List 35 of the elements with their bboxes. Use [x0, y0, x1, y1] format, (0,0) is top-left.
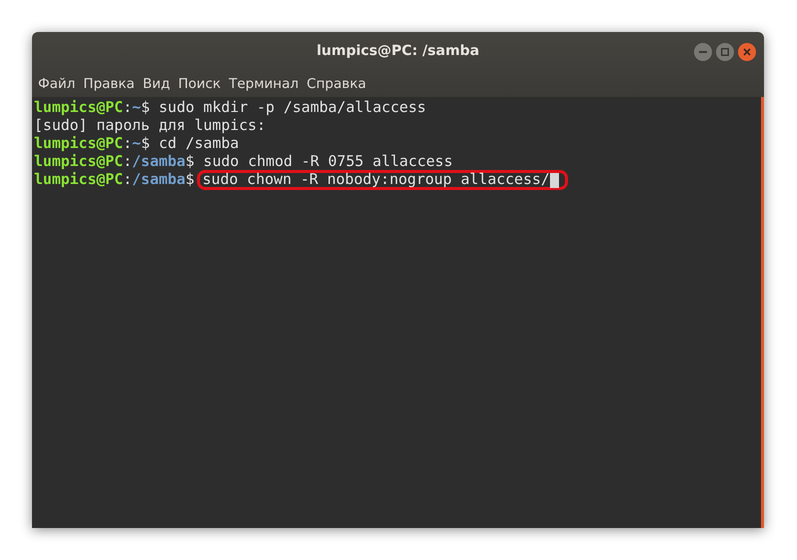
prompt-symbol: $ — [140, 99, 150, 117]
prompt-colon: : — [123, 135, 132, 153]
prompt-user: lumpics@PC — [34, 99, 124, 117]
maximize-button[interactable] — [716, 43, 734, 61]
close-icon — [743, 48, 751, 56]
command-text: sudo mkdir -p /samba/allaccess — [158, 99, 426, 117]
minimize-button[interactable] — [694, 43, 712, 61]
menu-item[interactable]: Терминал — [224, 76, 303, 92]
highlighted-command: sudo chown -R nobody:nogroup allaccess/ — [197, 170, 568, 190]
prompt-user: lumpics@PC — [34, 135, 124, 153]
menu-item[interactable]: Вид — [138, 76, 174, 92]
prompt-symbol: $ — [185, 153, 194, 171]
prompt-user: lumpics@PC — [34, 153, 124, 171]
menu-item[interactable]: Правка — [79, 76, 139, 92]
minimize-icon — [699, 51, 707, 53]
prompt-colon: : — [123, 99, 132, 117]
prompt-path: ~ — [132, 135, 141, 153]
command-text: cd /samba — [158, 135, 239, 153]
menu-item[interactable]: Поиск — [174, 76, 225, 92]
prompt-path: /samba — [132, 171, 186, 189]
menu-item[interactable]: Справка — [302, 76, 370, 92]
cursor — [550, 172, 559, 188]
prompt-path: /samba — [132, 153, 186, 171]
window-title: lumpics@PC: /samba — [316, 43, 480, 59]
prompt-user: lumpics@PC — [34, 171, 124, 189]
maximize-icon — [721, 48, 729, 56]
close-button[interactable] — [738, 43, 756, 61]
prompt-path: ~ — [132, 99, 141, 117]
prompt-symbol: $ — [185, 171, 194, 189]
prompt-symbol: $ — [140, 135, 150, 153]
prompt-colon: : — [123, 153, 132, 171]
output-text: [sudo] пароль для lumpics: — [34, 117, 266, 135]
menu-item[interactable]: Файл — [34, 76, 80, 92]
command-text: sudo chmod -R 0755 allaccess — [202, 153, 453, 171]
prompt-colon: : — [123, 171, 132, 189]
